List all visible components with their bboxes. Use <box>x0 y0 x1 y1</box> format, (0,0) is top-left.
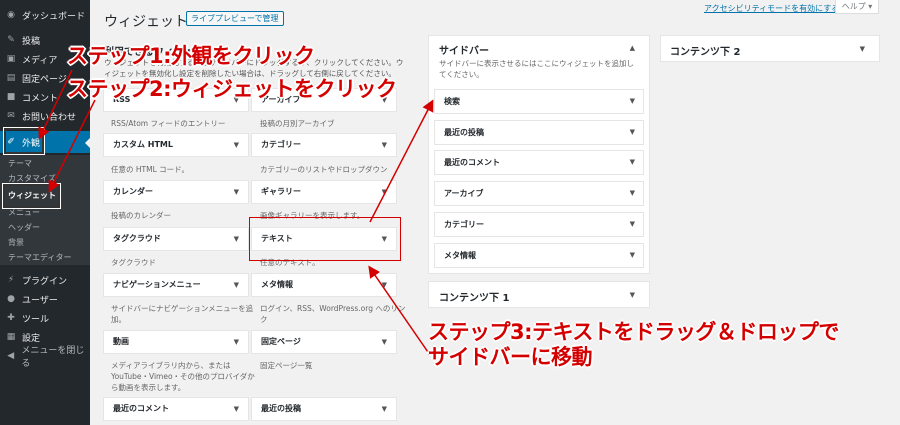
annotation-step3-line1: ステップ3:テキストをドラッグ＆ドロップで <box>428 320 839 344</box>
annotation-step1: ステップ1:外観をクリック <box>67 44 315 68</box>
annotation-step2: ステップ2:ウィジェットをクリック <box>67 77 397 101</box>
annotation-step3-line2: サイドバーに移動 <box>428 345 593 369</box>
arrow-step2 <box>48 99 96 193</box>
arrow-text-to-sidebar <box>369 99 434 223</box>
arrow-step3 <box>368 265 431 356</box>
